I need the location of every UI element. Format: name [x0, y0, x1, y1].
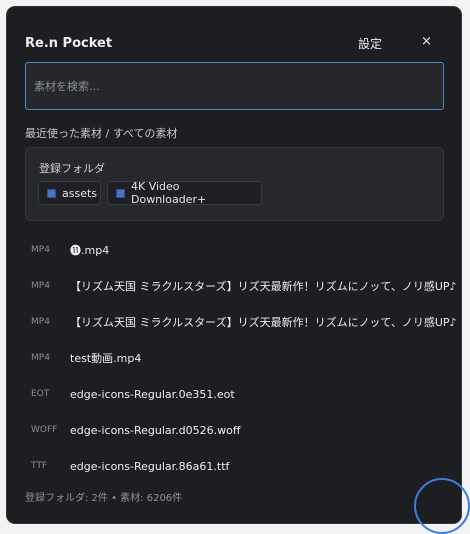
- pocket-panel: Re.n Pocket 設定 × 最近使った素材 / すべての素材 登録フォルダ…: [6, 6, 462, 524]
- search-input[interactable]: [25, 62, 444, 110]
- folders-title: 登録フォルダ: [39, 162, 105, 175]
- list-item[interactable]: MP4 test動画.mp4: [7, 340, 461, 376]
- close-icon[interactable]: ×: [421, 34, 432, 49]
- folder-chip-label: 4K Video Downloader+: [131, 180, 207, 206]
- settings-button[interactable]: 設定: [358, 35, 382, 52]
- file-type: TTF: [31, 461, 48, 471]
- list-item[interactable]: EOT edge-icons-Regular.0e351.eot: [7, 376, 461, 412]
- registered-folders: 登録フォルダ assets 4K Video Downloader+: [25, 147, 444, 221]
- file-name: 【リズム天国 ミラクルスターズ】リズ天最新作！リズムにノッて、ノリ感UP♪ #0…: [70, 316, 460, 329]
- file-name: ⓫.mp4: [70, 244, 110, 257]
- file-name: edge-icons-Regular.86a61.ttf: [70, 459, 230, 473]
- list-item[interactable]: TTF edge-icons-Regular.86a61.ttf: [7, 448, 461, 484]
- file-name: test動画.mp4: [70, 352, 142, 365]
- file-type: EOT: [31, 389, 50, 399]
- status-footer: 登録フォルダ: 2件 • 素材: 6206件: [25, 493, 183, 504]
- folder-icon: [116, 188, 125, 198]
- file-name: edge-icons-Regular.d0526.woff: [70, 423, 241, 437]
- file-type: MP4: [31, 245, 50, 255]
- section-label: 最近使った素材 / すべての素材: [25, 127, 178, 140]
- folder-chip-label: assets: [62, 186, 98, 200]
- file-name: edge-icons-Regular.0e351.eot: [70, 387, 235, 401]
- folder-icon: [47, 188, 56, 198]
- list-item[interactable]: MP4 【リズム天国 ミラクルスターズ】リズ天最新作！リズムにノッて、ノリ感UP…: [7, 268, 461, 304]
- folder-chip-4k-video-downloader[interactable]: 4K Video Downloader+: [107, 180, 262, 206]
- file-type: MP4: [31, 281, 50, 291]
- list-item[interactable]: MP4 ⓫.mp4: [7, 232, 461, 268]
- folder-chip-assets[interactable]: assets: [38, 181, 101, 205]
- app-title: Re.n Pocket: [25, 36, 113, 51]
- file-type: MP4: [31, 353, 50, 363]
- list-item[interactable]: WOFF edge-icons-Regular.d0526.woff: [7, 412, 461, 448]
- file-type: MP4: [31, 317, 50, 327]
- file-name: 【リズム天国 ミラクルスターズ】リズ天最新作！リズムにノッて、ノリ感UP♪ #0…: [70, 280, 460, 293]
- list-item[interactable]: MP4 【リズム天国 ミラクルスターズ】リズ天最新作！リズムにノッて、ノリ感UP…: [7, 304, 461, 340]
- file-type: WOFF: [31, 425, 58, 435]
